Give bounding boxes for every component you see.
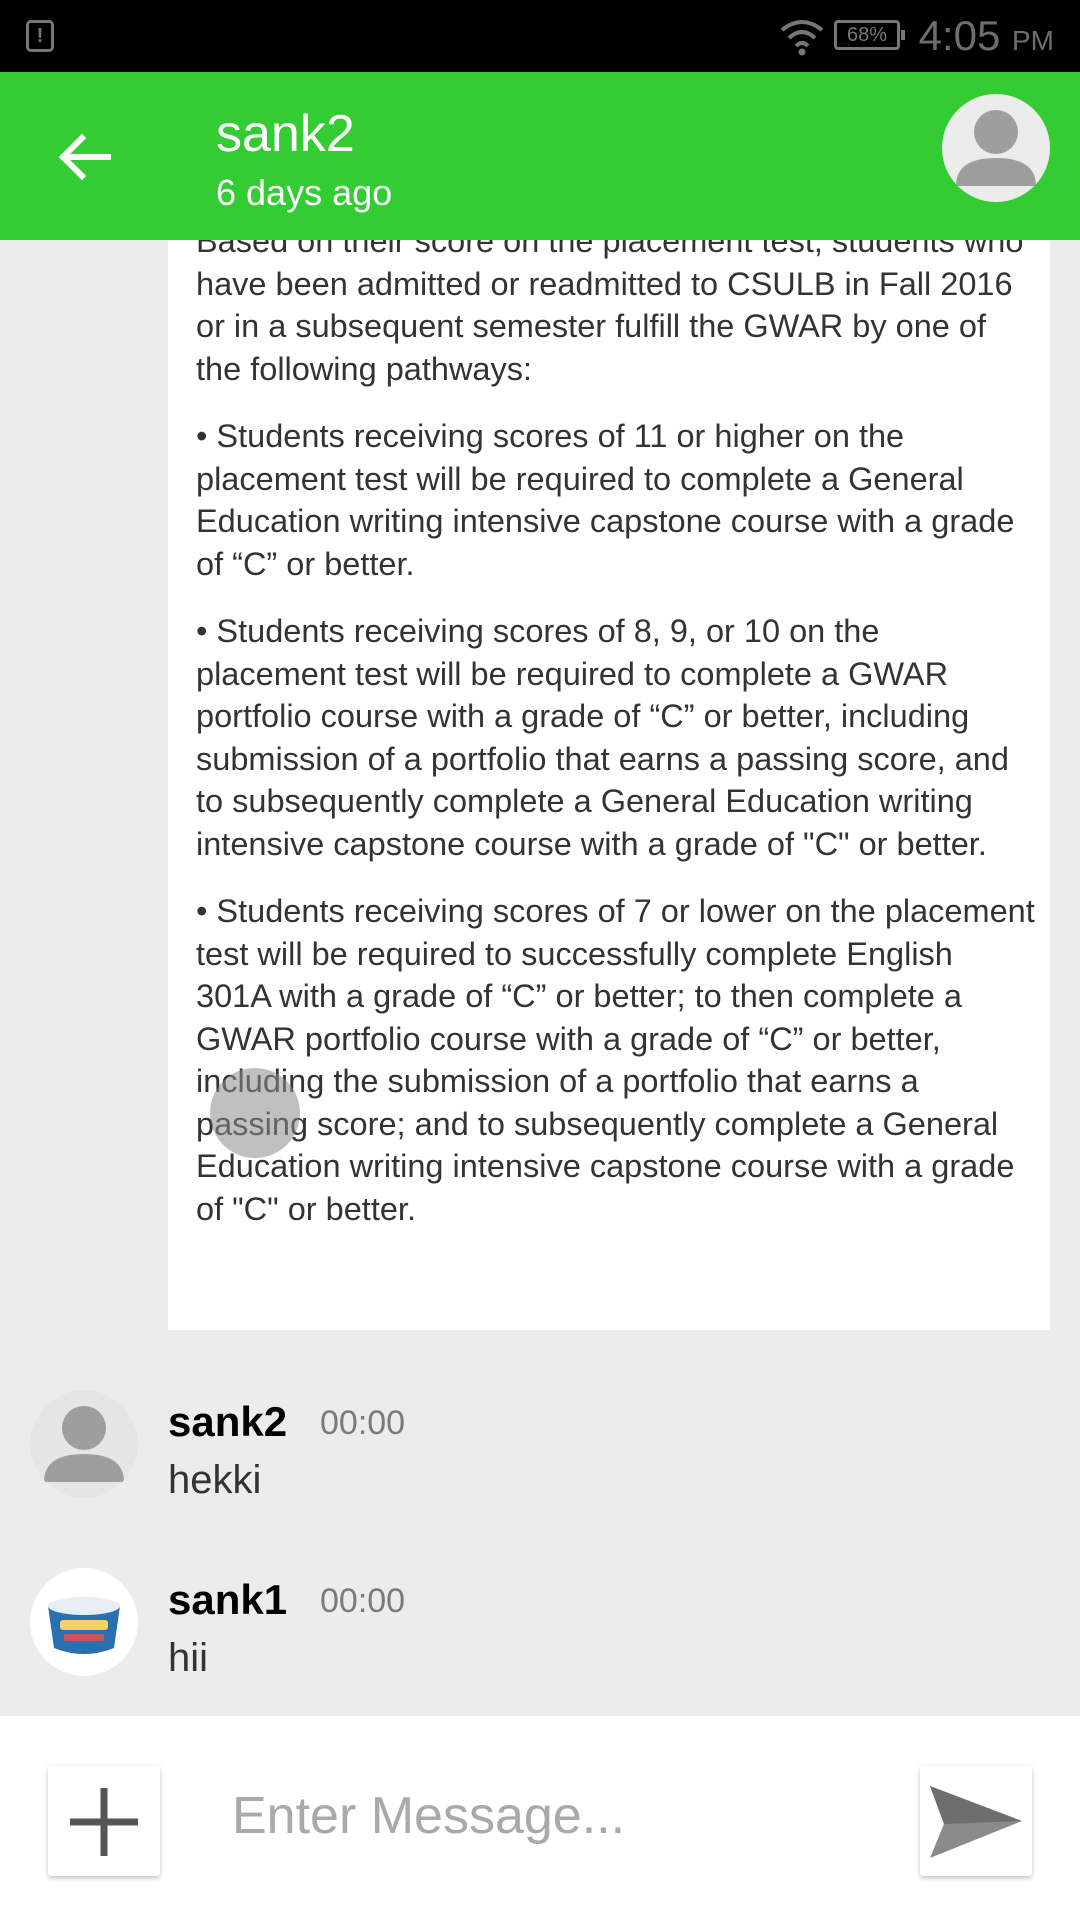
- message-paragraph: Based on their score on the placement te…: [196, 240, 1024, 387]
- status-bar: ! 68% 4:05 PM: [0, 0, 1080, 72]
- message-text: hii: [168, 1636, 209, 1680]
- floating-assistive-touch-button[interactable]: [210, 1068, 300, 1158]
- message-paragraph: • Students receiving scores of 11 or hig…: [196, 418, 1015, 582]
- clock-time: 4:05: [918, 12, 1001, 59]
- plus-icon: [70, 1788, 138, 1856]
- back-arrow-icon[interactable]: [50, 122, 120, 192]
- sender-name: sank1: [168, 1576, 288, 1623]
- send-arrow-icon: [930, 1786, 1022, 1858]
- last-seen-subtitle: 6 days ago: [216, 172, 393, 213]
- battery-indicator: 68%: [834, 20, 905, 50]
- message-content: Based on their score on the placement te…: [196, 240, 1036, 1255]
- long-message-card: Based on their score on the placement te…: [168, 240, 1050, 1330]
- message-time: 00:00: [320, 1582, 406, 1620]
- alert-notification-icon: !: [26, 20, 54, 52]
- add-attachment-button[interactable]: [48, 1766, 160, 1876]
- chat-message-row: sank2 00:00 hekki: [0, 1390, 1080, 1540]
- chat-title: sank2: [216, 105, 355, 163]
- sender-avatar: [30, 1390, 138, 1498]
- clock-ampm: PM: [1012, 25, 1054, 56]
- message-text: hekki: [168, 1458, 262, 1502]
- sender-avatar: [30, 1568, 138, 1676]
- user-silhouette-icon: [956, 110, 1036, 186]
- wifi-icon: [780, 20, 824, 56]
- contact-avatar[interactable]: [942, 94, 1050, 202]
- message-time: 00:00: [320, 1404, 406, 1442]
- default-user-avatar-icon: [44, 1406, 124, 1482]
- status-clock: 4:05 PM: [919, 12, 1054, 60]
- almondmilk-carton-avatar-icon: [30, 1568, 138, 1676]
- chat-message-row: sank1 00:00 hii: [0, 1568, 1080, 1718]
- message-paragraph: • Students receiving scores of 8, 9, or …: [196, 613, 1009, 862]
- message-input[interactable]: [230, 1760, 894, 1872]
- send-button[interactable]: [920, 1766, 1032, 1876]
- app-bar: sank2 6 days ago: [0, 72, 1080, 240]
- message-paragraph: • Students receiving scores of 7 or lowe…: [196, 893, 1035, 1227]
- message-composer: [0, 1716, 1080, 1920]
- sender-name: sank2: [168, 1398, 288, 1445]
